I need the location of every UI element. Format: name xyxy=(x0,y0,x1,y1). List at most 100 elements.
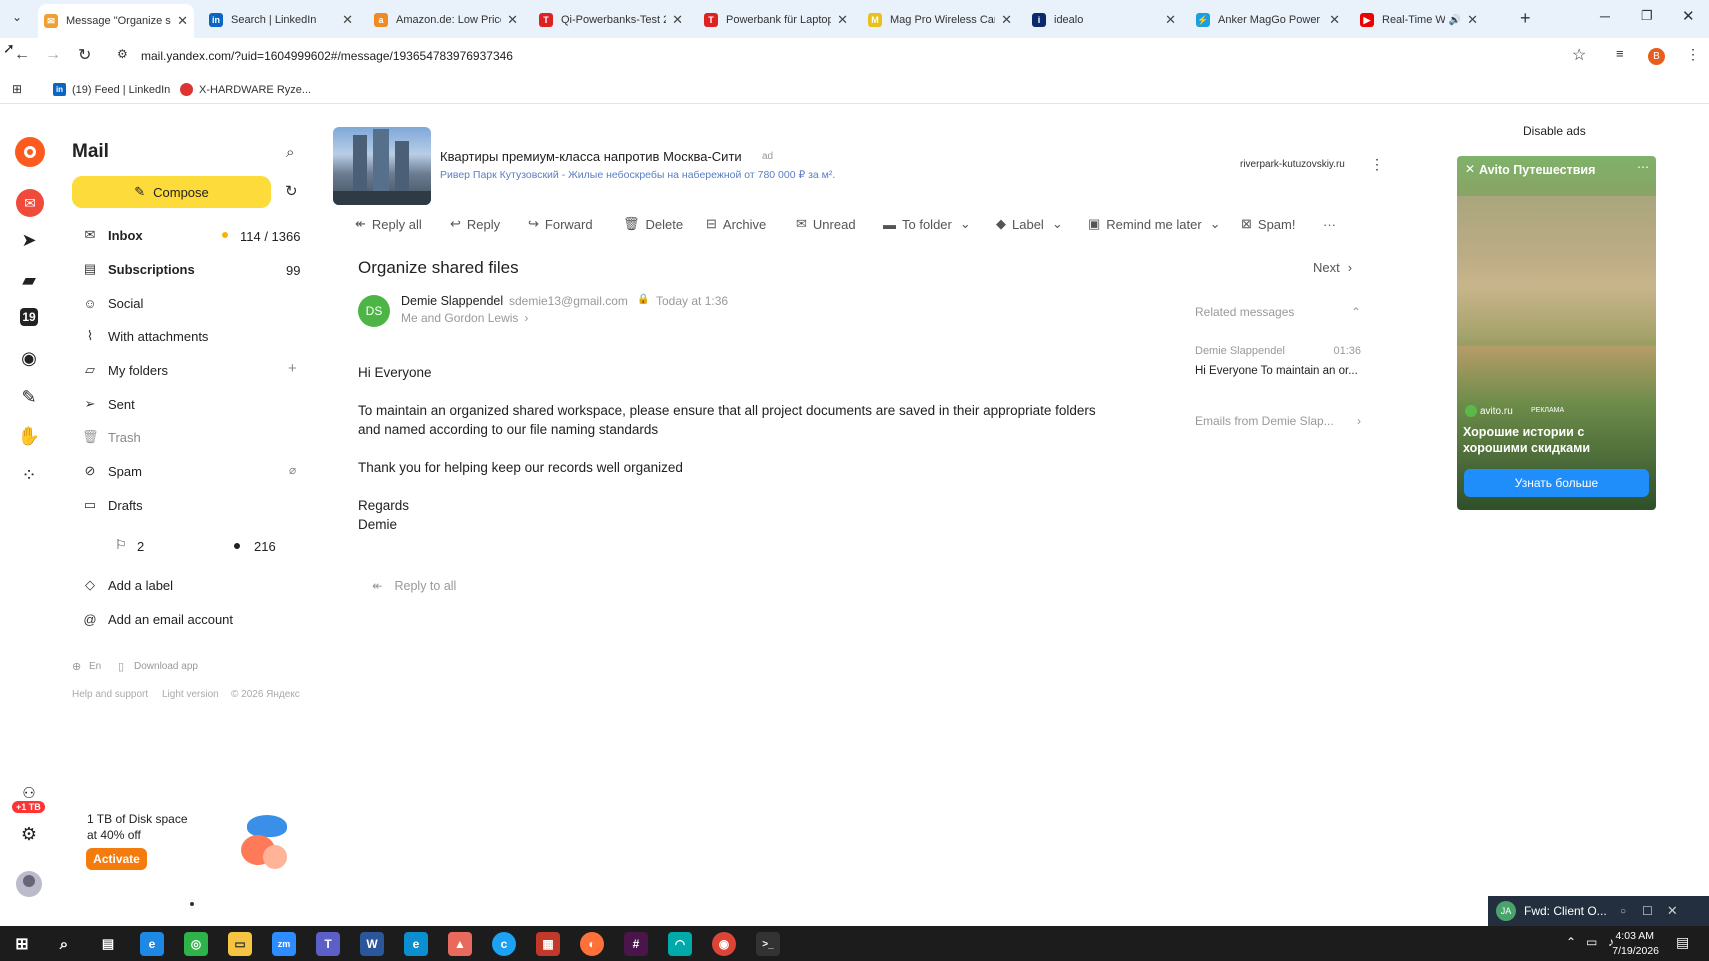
language-link[interactable]: En xyxy=(89,661,101,672)
teams-icon[interactable]: T xyxy=(316,932,340,956)
sidebar-item-inbox[interactable]: ✉ Inbox xyxy=(82,225,143,245)
close-window-icon[interactable]: ✕ xyxy=(1682,7,1695,25)
chat-settings-icon[interactable]: ○ xyxy=(1620,906,1626,917)
hand-icon[interactable]: ✋ xyxy=(18,425,40,447)
browser-tab[interactable]: ✉ Message "Organize s ✕ xyxy=(38,4,194,38)
close-tab-icon[interactable]: ✕ xyxy=(837,12,848,28)
related-item[interactable]: Demie Slappendel 01:36 Hi Everyone To ma… xyxy=(1195,345,1361,377)
browser-tab[interactable]: ⚡ Anker MagGo Power ✕ xyxy=(1190,6,1346,34)
calendar-icon[interactable]: 19 xyxy=(20,308,38,326)
add-label-link[interactable]: ◇ Add a label xyxy=(82,575,173,595)
sidebar-item-trash[interactable]: 🗑 Trash xyxy=(82,427,141,447)
new-tab-button[interactable]: + xyxy=(1520,8,1531,29)
site-settings-icon[interactable]: ⚙ xyxy=(117,47,128,61)
file-explorer-icon[interactable]: ▭ xyxy=(228,932,252,956)
back-icon[interactable]: ← xyxy=(14,46,30,64)
spam-button[interactable]: ⊠ Spam! xyxy=(1241,214,1295,234)
compose-button[interactable]: ✎ Compose xyxy=(72,176,271,208)
sidebar-item-my-folders[interactable]: ▱ My folders xyxy=(82,360,168,380)
sidebar-item-spam[interactable]: ⊘ Spam xyxy=(82,461,142,481)
emails-from-link[interactable]: Emails from Demie Slap... › xyxy=(1195,414,1361,428)
download-app-link[interactable]: Download app xyxy=(134,661,198,672)
sidebar-item-social[interactable]: ☺ Social xyxy=(82,293,143,313)
edge-icon[interactable]: e xyxy=(404,932,428,956)
internet-explorer-icon[interactable]: e xyxy=(140,932,164,956)
browser-tab[interactable]: i idealo ✕ xyxy=(1026,6,1182,34)
sender-name[interactable]: Demie Slappendel xyxy=(401,294,503,308)
label-button[interactable]: ◆ Label ⌄ xyxy=(996,214,1063,234)
browser-tab[interactable]: ▶ Real-Time WebSc 🔊 ✕ xyxy=(1354,6,1484,34)
light-version-link[interactable]: Light version xyxy=(162,689,219,700)
settings-gear-icon[interactable]: ⚙ xyxy=(18,823,40,845)
sender-avatar[interactable]: DS xyxy=(358,295,390,327)
unread-filter-dot[interactable] xyxy=(234,543,240,549)
browser-tab[interactable]: T Qi-Powerbanks-Test 2 ✕ xyxy=(533,6,689,34)
browser-tab[interactable]: T Powerbank für Laptop ✕ xyxy=(698,6,854,34)
clock-time[interactable]: 4:03 AM xyxy=(1614,930,1654,942)
sender-email[interactable]: sdemie13@gmail.com xyxy=(509,294,628,308)
close-tab-icon[interactable]: ✕ xyxy=(1001,12,1012,28)
close-tab-icon[interactable]: ✕ xyxy=(177,13,188,29)
apps-grid-icon[interactable]: ⊞ xyxy=(12,82,22,96)
add-folder-icon[interactable]: + xyxy=(288,360,297,377)
bookmark-star-icon[interactable]: ☆ xyxy=(1572,45,1586,65)
right-ad-banner[interactable]: ✕ Avito Путешествия ⋯ avito.ru РЕКЛАМА Х… xyxy=(1457,156,1656,510)
close-tab-icon[interactable]: ✕ xyxy=(342,12,353,28)
tab-search-chevron-icon[interactable]: ⌄ xyxy=(12,10,22,24)
browser-tab[interactable]: in Search | LinkedIn ✕ xyxy=(203,6,359,34)
clear-spam-icon[interactable]: ⌀ xyxy=(289,463,296,477)
ad-title[interactable]: Квартиры премиум-класса напротив Москва-… xyxy=(440,149,742,164)
avito-close-icon[interactable]: ✕ xyxy=(1465,162,1475,176)
notification-icon[interactable]: ▤ xyxy=(1676,934,1689,951)
forward-icon[interactable]: → xyxy=(45,46,61,64)
ad-menu-icon[interactable]: ⋮ xyxy=(1370,156,1384,173)
activate-button[interactable]: Activate xyxy=(86,848,147,870)
cortana-icon[interactable]: c xyxy=(492,932,516,956)
chat-popup-bar[interactable]: JA Fwd: Client O... ○ ☐ ✕ xyxy=(1488,896,1709,926)
archive-button[interactable]: ⊟ Archive xyxy=(706,214,766,234)
speaker-icon[interactable]: 🔊 xyxy=(1449,15,1461,26)
all-services-icon[interactable]: ⁘ xyxy=(18,464,40,486)
close-tab-icon[interactable]: ✕ xyxy=(507,12,518,28)
network-icon[interactable]: ▭ xyxy=(1586,935,1597,949)
chrome-icon[interactable]: ◉ xyxy=(712,932,736,956)
browser-tab[interactable]: M Mag Pro Wireless Car ✕ xyxy=(862,6,1018,34)
notes-icon[interactable]: ✎ xyxy=(18,386,40,408)
slack-icon[interactable]: # xyxy=(624,932,648,956)
chat-maximize-icon[interactable]: ☐ xyxy=(1642,904,1653,918)
clock-date[interactable]: 7/19/2026 xyxy=(1604,945,1659,957)
sidebar-item-sent[interactable]: ➢ Sent xyxy=(82,394,135,414)
zoom-icon[interactable]: zm xyxy=(272,932,296,956)
delete-button[interactable]: 🗑 Delete xyxy=(623,214,683,234)
close-tab-icon[interactable]: ✕ xyxy=(1329,12,1340,28)
telemost-icon[interactable]: ◉ xyxy=(18,347,40,369)
close-tab-icon[interactable]: ✕ xyxy=(1467,12,1478,28)
restore-icon[interactable]: ❐ xyxy=(1641,8,1653,24)
disable-ads-link[interactable]: Disable ads xyxy=(1523,124,1586,138)
help-link[interactable]: Help and support xyxy=(72,689,148,700)
close-tab-icon[interactable]: ✕ xyxy=(1165,12,1176,28)
messenger-icon[interactable]: ➤ xyxy=(18,229,40,251)
ad-domain-button[interactable]: riverpark-kutuzovskiy.ru xyxy=(1240,159,1345,170)
sidebar-item-attachments[interactable]: ⌇ With attachments xyxy=(82,326,209,346)
bookmark-x-hardware[interactable]: X-HARDWARE Ryze... xyxy=(199,84,311,96)
recipients-toggle[interactable]: Me and Gordon Lewis › xyxy=(401,311,528,325)
word-icon[interactable]: W xyxy=(360,932,384,956)
reply-button[interactable]: ↩ Reply xyxy=(450,214,500,234)
account-avatar[interactable] xyxy=(16,871,42,897)
next-message-button[interactable]: Next › xyxy=(1313,260,1352,275)
forward-button[interactable]: ↪ Forward xyxy=(528,214,593,234)
remind-later-button[interactable]: ▣ Remind me later ⌄ xyxy=(1088,214,1221,234)
to-folder-button[interactable]: ▬ To folder ⌄ xyxy=(883,214,971,234)
browser-menu-icon[interactable]: ⋮ xyxy=(1686,46,1700,63)
disk-icon[interactable]: ▰ xyxy=(18,269,40,291)
reply-to-all-button[interactable]: ↞ Reply to all xyxy=(372,578,456,594)
unread-button[interactable]: ✉ Unread xyxy=(796,214,856,234)
minimize-icon[interactable]: ─ xyxy=(1600,8,1610,24)
mail-title[interactable]: Mail xyxy=(72,141,109,163)
reply-all-button[interactable]: ↞ Reply all xyxy=(355,214,422,234)
media-control-icon[interactable]: ≡ xyxy=(1616,46,1624,61)
app-icon[interactable]: ◠ xyxy=(668,932,692,956)
tray-chevron-icon[interactable]: ⌃ xyxy=(1566,935,1576,949)
profile-avatar[interactable]: B xyxy=(1648,48,1665,65)
